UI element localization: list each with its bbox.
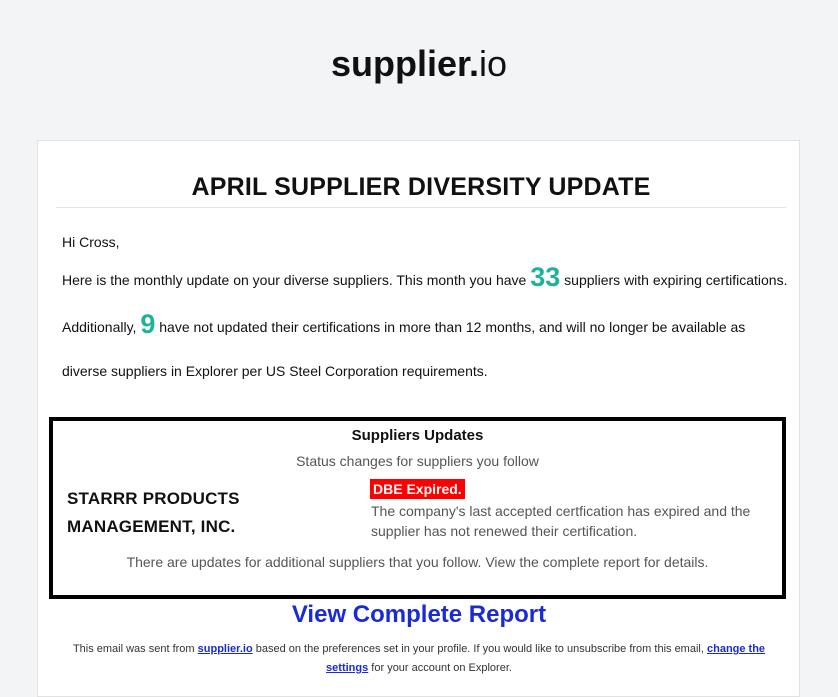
email-heading: APRIL SUPPLIER DIVERSITY UPDATE [56, 171, 786, 208]
summary-paragraph: Here is the monthly update on your diver… [62, 255, 790, 393]
stale-count: 9 [140, 309, 156, 339]
supplier-name: STARRR PRODUCTS MANAGEMENT, INC. [67, 489, 240, 536]
view-complete-report-link[interactable]: View Complete Report [0, 600, 838, 630]
supplier-updates-box: Suppliers Updates Status changes for sup… [49, 417, 786, 599]
updates-title: Suppliers Updates [351, 427, 484, 444]
footer-text-3: for your account on Explorer. [371, 662, 512, 674]
status-badge: DBE Expired. [370, 479, 465, 499]
brand-name-bold: supplier. [330, 43, 479, 84]
footer-text-2: based on the preferences set in your pro… [255, 643, 704, 655]
summary-text-3: have not updated their certifications in… [62, 319, 746, 379]
summary-text-1: Here is the monthly update on your diver… [62, 272, 527, 288]
supplier-io-link[interactable]: supplier.io [198, 643, 253, 655]
footer-text-1: This email was sent from [72, 643, 195, 655]
status-description: The company's last accepted certfication… [371, 503, 751, 539]
updates-note: There are updates for additional supplie… [126, 554, 709, 570]
updates-subtitle: Status changes for suppliers you follow [296, 453, 539, 469]
greeting: Hi Cross, [62, 234, 120, 250]
expiring-count: 33 [530, 262, 561, 292]
brand-logo: supplier.io [0, 42, 838, 86]
footer: This email was sent from supplier.io bas… [60, 640, 778, 678]
brand-name-light: io [479, 43, 508, 84]
